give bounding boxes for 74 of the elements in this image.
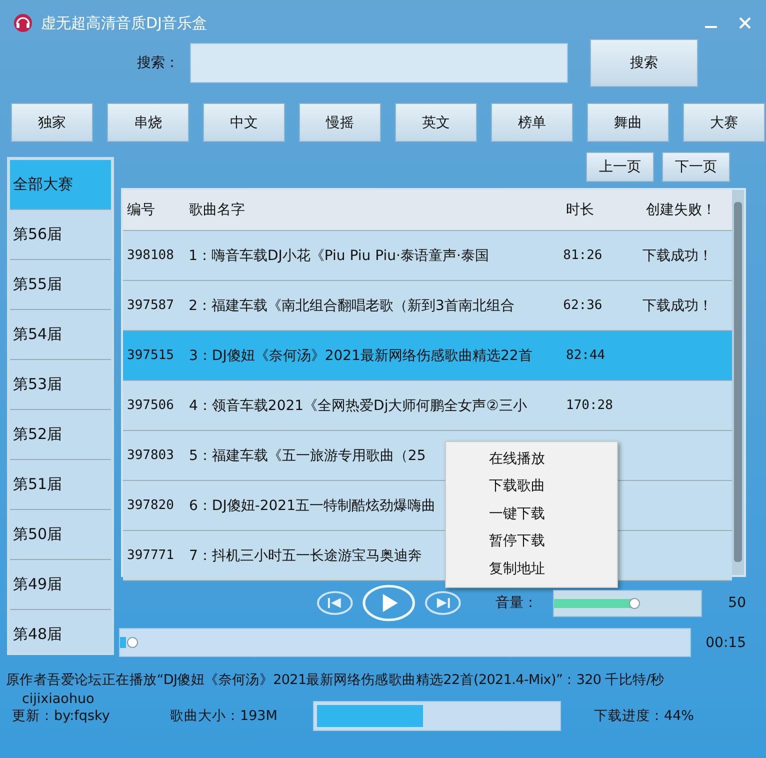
- song-size-text: 歌曲大小：193M: [170, 707, 278, 725]
- slider-thumb[interactable]: [126, 637, 138, 648]
- app-logo-icon: [13, 13, 33, 33]
- prev-page-button[interactable]: 上一页: [586, 152, 654, 182]
- column-header: 创建失败！: [646, 201, 717, 219]
- table-cell: 4：领音车载2021《全网热爱Dj大师何鹏全女声②三小: [189, 398, 527, 414]
- table-cell-text: 82:44: [566, 348, 606, 363]
- category-button[interactable]: 串烧: [107, 103, 189, 142]
- search-button[interactable]: 搜索: [590, 39, 698, 87]
- slider-thumb[interactable]: [628, 598, 640, 608]
- close-icon[interactable]: [738, 16, 752, 30]
- scrollbar[interactable]: [732, 190, 744, 575]
- play-icon[interactable]: [362, 584, 416, 622]
- table-cell-text: 397587: [126, 298, 175, 313]
- table-row[interactable]: 397506 4：领音车载2021《全网热爱Dj大师何鹏全女声②三小 170:28: [123, 381, 732, 431]
- table-cell-text: 398108: [126, 248, 175, 263]
- column-header: 歌曲名字: [189, 201, 246, 219]
- menu-item[interactable]: 一键下载: [446, 500, 617, 528]
- table-cell: 7：抖机三小时五一长途游宝马奥迪奔: [189, 548, 422, 564]
- update-text: 更新：by:fqsky: [11, 707, 111, 725]
- menu-item[interactable]: 在线播放: [446, 446, 617, 474]
- window-title: 虚无超高清音质DJ音乐盒: [41, 14, 207, 32]
- table-cell-text: 下载成功！: [642, 296, 714, 314]
- table-cell: 2：福建车载《南北组合翻唱老歌（新到3首南北组合: [188, 298, 514, 314]
- sidebar-item[interactable]: 第56届: [10, 210, 111, 260]
- search-label: 搜索：: [137, 54, 180, 72]
- table-cell-text: 397506: [126, 398, 175, 413]
- category-button[interactable]: 大赛: [683, 103, 765, 142]
- category-button[interactable]: 独家: [11, 103, 93, 142]
- search-field[interactable]: [190, 43, 568, 83]
- sidebar-item[interactable]: 第51届: [10, 460, 111, 510]
- category-button[interactable]: 舞曲: [587, 103, 669, 142]
- volume-slider[interactable]: [552, 590, 702, 616]
- table-cell: 6：DJ傻妞-2021五一特制酷炫劲爆嗨曲: [189, 498, 436, 514]
- table-cell-text: 170:28: [566, 398, 614, 413]
- author-name: cijixiaohuo: [22, 691, 94, 707]
- sidebar-item[interactable]: 第53届: [10, 360, 111, 410]
- table-cell: 1：嗨音车载DJ小花《Piu Piu Piu·泰语童声·泰国: [188, 248, 489, 264]
- table-cell-text: 397820: [126, 498, 175, 513]
- table-cell-text: 62:36: [563, 298, 604, 313]
- author-text: 原作者吾爱论坛: [6, 671, 102, 689]
- table-cell-text: 下载成功！: [642, 246, 714, 264]
- sidebar-item[interactable]: 第50届: [10, 510, 111, 560]
- category-button[interactable]: 英文: [395, 103, 477, 142]
- sidebar-item[interactable]: 第55届: [10, 260, 111, 310]
- volume-label: 音量：: [495, 594, 538, 612]
- now-playing-text: 正在播放“DJ傻妞《奈何汤》2021最新网络伤感歌曲精选22首(2021.4-Mix)”：320 千比特/秒: [102, 671, 664, 689]
- table-row[interactable]: 397515 3：DJ傻妞《奈何汤》2021最新网络伤感歌曲精选22首 82:44: [123, 331, 732, 381]
- next-page-button[interactable]: 下一页: [662, 152, 730, 182]
- table-row[interactable]: 397587 2：福建车载《南北组合翻唱老歌（新到3首南北组合 62:36 下载成功！: [123, 281, 732, 331]
- sidebar-item[interactable]: 全部大赛: [10, 160, 111, 210]
- category-button[interactable]: 榜单: [491, 103, 573, 142]
- menu-item[interactable]: 暂停下载: [446, 528, 617, 556]
- elapsed-time: 00:15: [706, 634, 746, 650]
- table-cell: 5：福建车载《五一旅游专用歌曲（25: [189, 448, 426, 464]
- sidebar-item[interactable]: 第52届: [10, 410, 111, 460]
- sidebar-item[interactable]: 第48届: [10, 610, 111, 653]
- table-row[interactable]: 398108 1：嗨音车载DJ小花《Piu Piu Piu·泰语童声·泰国 81:26 下载成功！: [123, 231, 732, 281]
- table-cell-text: 81:26: [563, 248, 604, 263]
- previous-track-icon[interactable]: [316, 590, 354, 616]
- table-cell-text: 397803: [126, 448, 175, 463]
- sidebar-item[interactable]: 第49届: [10, 560, 111, 610]
- category-button[interactable]: 中文: [203, 103, 285, 142]
- table-cell-text: 397515: [126, 348, 175, 363]
- category-button[interactable]: 慢摇: [299, 103, 381, 142]
- table-cell: 3：DJ傻妞《奈何汤》2021最新网络伤感歌曲精选22首: [189, 348, 532, 364]
- column-header: 编号: [126, 201, 156, 219]
- next-track-icon[interactable]: [424, 590, 462, 616]
- menu-item[interactable]: 复制地址: [446, 556, 617, 583]
- sidebar-item[interactable]: 第54届: [10, 310, 111, 360]
- volume-reading: 50: [728, 595, 746, 611]
- column-header: 时长: [566, 201, 595, 219]
- download-progress-text: 下载进度：44%: [594, 707, 694, 725]
- table-cell-text: 397771: [126, 548, 175, 563]
